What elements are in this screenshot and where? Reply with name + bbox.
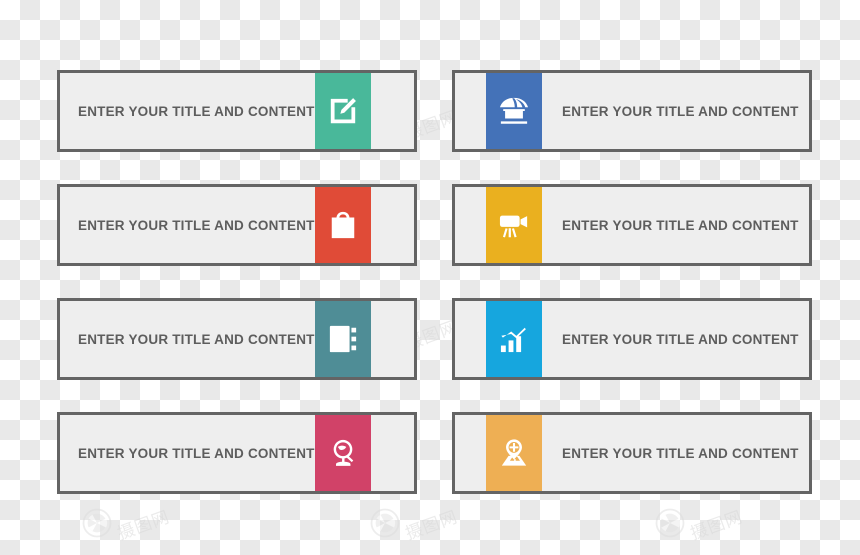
bar-chart-growth-icon [499, 325, 529, 353]
banner-globe[interactable]: ENTER YOUR TITLE AND CONTENT [57, 412, 417, 494]
banner-icon-block[interactable] [486, 415, 542, 491]
infographic-banner-set: 摄图网 摄图网 摄图网 摄图网 摄图网 摄图网 摄图网 摄图网 摄图网 ENTE… [0, 0, 860, 555]
banner-icon-block[interactable] [314, 415, 371, 491]
banner-icon-block[interactable] [314, 187, 371, 263]
watermark: 摄图网 [370, 507, 461, 544]
watermark-text: 摄图网 [115, 506, 173, 544]
aperture-icon [655, 508, 685, 538]
banner-chart[interactable]: ENTER YOUR TITLE AND CONTENT [452, 298, 812, 380]
banner-edit[interactable]: ENTER YOUR TITLE AND CONTENT [57, 70, 417, 152]
banner-label: ENTER YOUR TITLE AND CONTENT [78, 103, 315, 119]
banner-video-camera[interactable]: ENTER YOUR TITLE AND CONTENT [452, 184, 812, 266]
shopping-bag-icon [329, 210, 357, 240]
banner-icon-block[interactable] [486, 301, 542, 377]
banner-label: ENTER YOUR TITLE AND CONTENT [78, 217, 315, 233]
edit-pencil-square-icon [328, 96, 358, 126]
banner-label: ENTER YOUR TITLE AND CONTENT [562, 331, 799, 347]
banner-label: ENTER YOUR TITLE AND CONTENT [562, 217, 799, 233]
banner-label: ENTER YOUR TITLE AND CONTENT [78, 445, 315, 461]
banner-icon-block[interactable] [314, 301, 371, 377]
watermark: 摄图网 [655, 507, 746, 544]
banner-contacts[interactable]: ENTER YOUR TITLE AND CONTENT [57, 298, 417, 380]
watermark-text: 摄图网 [403, 506, 461, 544]
banner-icon-block[interactable] [486, 187, 542, 263]
banner-shopping-bag[interactable]: ENTER YOUR TITLE AND CONTENT [57, 184, 417, 266]
aperture-icon [370, 508, 400, 538]
desk-globe-icon [329, 438, 357, 468]
watermark-text: 摄图网 [688, 506, 746, 544]
address-book-icon [328, 324, 358, 354]
watermark: 摄图网 [82, 507, 173, 544]
banner-icon-block[interactable] [486, 73, 542, 149]
banner-store[interactable]: ENTER YOUR TITLE AND CONTENT [452, 70, 812, 152]
banner-icon-block[interactable] [314, 73, 371, 149]
banner-label: ENTER YOUR TITLE AND CONTENT [78, 331, 315, 347]
movie-camera-icon [498, 210, 530, 240]
map-location-pin-icon [498, 438, 530, 468]
banner-label: ENTER YOUR TITLE AND CONTENT [562, 103, 799, 119]
banner-label: ENTER YOUR TITLE AND CONTENT [562, 445, 799, 461]
storefront-awning-icon [498, 96, 530, 126]
aperture-icon [82, 508, 112, 538]
banner-location[interactable]: ENTER YOUR TITLE AND CONTENT [452, 412, 812, 494]
